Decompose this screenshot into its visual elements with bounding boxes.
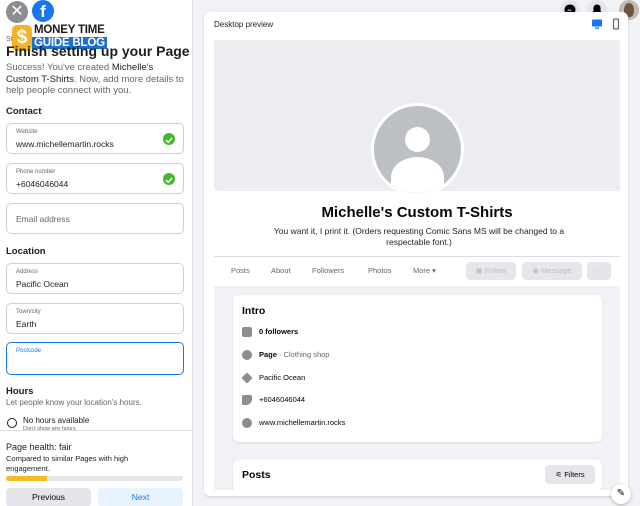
tab-more[interactable]: More ▾ — [413, 266, 436, 275]
page-tagline: You want it, I print it. (Orders request… — [273, 226, 565, 247]
address-value: Pacific Ocean — [16, 279, 69, 289]
followers-icon — [242, 327, 252, 337]
messenger-small-icon: ◉ — [532, 266, 542, 275]
info-icon — [242, 350, 252, 360]
edit-icon: ✎ — [616, 488, 626, 499]
profile-picture — [371, 103, 464, 196]
hours-subtitle: Let people know your location's hours. — [6, 398, 142, 407]
intro-category-type: Page — [259, 350, 277, 359]
page-health-description: Compared to similar Pages with high enga… — [6, 454, 129, 473]
page-preview-frame: Michelle's Custom T-Shirts You want it, … — [214, 40, 620, 490]
town-field[interactable]: Town/city Earth — [6, 303, 184, 334]
address-label: Address — [16, 269, 39, 275]
intro-followers: 0 followers — [259, 327, 299, 336]
phone-field[interactable]: Phone number +6046046044 — [6, 163, 184, 194]
page-tabs: Posts About Followers Photos More ▾ ▣ Fo… — [214, 256, 620, 286]
filters-button[interactable]: ⚟ Filters — [545, 465, 595, 484]
success-message: Success! You've created Michelle's Custo… — [6, 62, 188, 97]
watermark-line1: MONEY TIME — [34, 24, 105, 36]
desktop-preview-panel: Desktop preview Michelle's Custom T-Shir… — [204, 12, 628, 496]
intro-category-name: · Clothing shop — [276, 350, 330, 359]
success-prefix: Success! You've created — [6, 62, 112, 73]
tab-followers[interactable]: Followers — [312, 266, 344, 275]
address-field[interactable]: Address Pacific Ocean — [6, 263, 184, 294]
close-button[interactable]: ✕ — [6, 1, 28, 23]
postcode-field[interactable]: Postcode — [6, 342, 184, 375]
intro-address: Pacific Ocean — [259, 373, 306, 382]
page-title: Finish setting up your Page — [6, 43, 190, 59]
website-label: Website — [16, 129, 38, 135]
email-field[interactable]: Email address — [6, 203, 184, 234]
website-field[interactable]: Website www.michellemartin.rocks — [6, 123, 184, 154]
next-button[interactable]: Next — [98, 488, 183, 506]
town-label: Town/city — [16, 309, 41, 315]
follow-label: Follow — [484, 266, 507, 275]
check-icon — [163, 173, 175, 185]
intro-website: www.michellemartin.rocks — [259, 418, 346, 427]
setup-sidebar: ✕ f Step $ MONEY TIME GUIDE BLOG Finish … — [0, 0, 193, 506]
phone-value: +6046046044 — [16, 179, 69, 189]
filters-label: Filters — [564, 470, 585, 479]
close-icon: ✕ — [10, 3, 24, 20]
no-hours-label[interactable]: No hours available — [23, 416, 89, 425]
posts-card: Posts ⚟ Filters — [233, 460, 602, 490]
edit-button[interactable]: ✎ — [611, 484, 631, 504]
email-placeholder: Email address — [16, 214, 70, 224]
check-icon — [163, 133, 175, 145]
contact-section-title: Contact — [6, 106, 42, 117]
setup-footer: Page health: fair Compared to similar Pa… — [0, 430, 192, 506]
follow-icon: ▣ — [475, 266, 485, 275]
website-value: www.michellemartin.rocks — [16, 139, 114, 149]
filters-icon: ⚟ — [555, 470, 565, 479]
posts-title: Posts — [242, 469, 271, 481]
no-hours-radio[interactable] — [7, 418, 17, 428]
intro-card: Intro 0 followers Page · Clothing shop P… — [233, 295, 602, 442]
page-name: Michelle's Custom T-Shirts — [321, 204, 513, 221]
mobile-view-icon[interactable] — [610, 18, 622, 30]
tab-photos[interactable]: Photos — [368, 266, 391, 275]
intro-phone: +6046046044 — [259, 395, 306, 404]
desktop-view-icon[interactable] — [591, 18, 603, 30]
message-button[interactable]: ◉ Message — [522, 262, 582, 280]
page-health-progress — [6, 476, 183, 481]
facebook-logo-icon[interactable]: f — [32, 0, 54, 22]
more-actions-button[interactable]: ··· — [587, 262, 611, 280]
phone-icon — [242, 395, 252, 405]
page-health-progress-fill — [6, 476, 47, 481]
previous-button[interactable]: Previous — [6, 488, 91, 506]
avatar-body-icon — [391, 157, 444, 193]
follow-button[interactable]: ▣ Follow — [466, 262, 516, 280]
avatar-head-icon — [405, 127, 430, 152]
hours-section-title: Hours — [6, 386, 34, 397]
page-health-title: Page health: fair — [6, 442, 72, 452]
preview-label: Desktop preview — [214, 20, 274, 29]
tab-posts[interactable]: Posts — [231, 266, 250, 275]
town-value: Earth — [16, 319, 37, 329]
intro-category: Page · Clothing shop — [259, 349, 329, 361]
message-label: Message — [541, 266, 572, 275]
intro-title: Intro — [242, 305, 266, 317]
globe-icon — [242, 418, 252, 428]
location-section-title: Location — [6, 246, 46, 257]
phone-label: Phone number — [16, 169, 56, 175]
location-icon — [241, 372, 253, 384]
tab-about[interactable]: About — [271, 266, 291, 275]
postcode-label: Postcode — [16, 348, 42, 354]
